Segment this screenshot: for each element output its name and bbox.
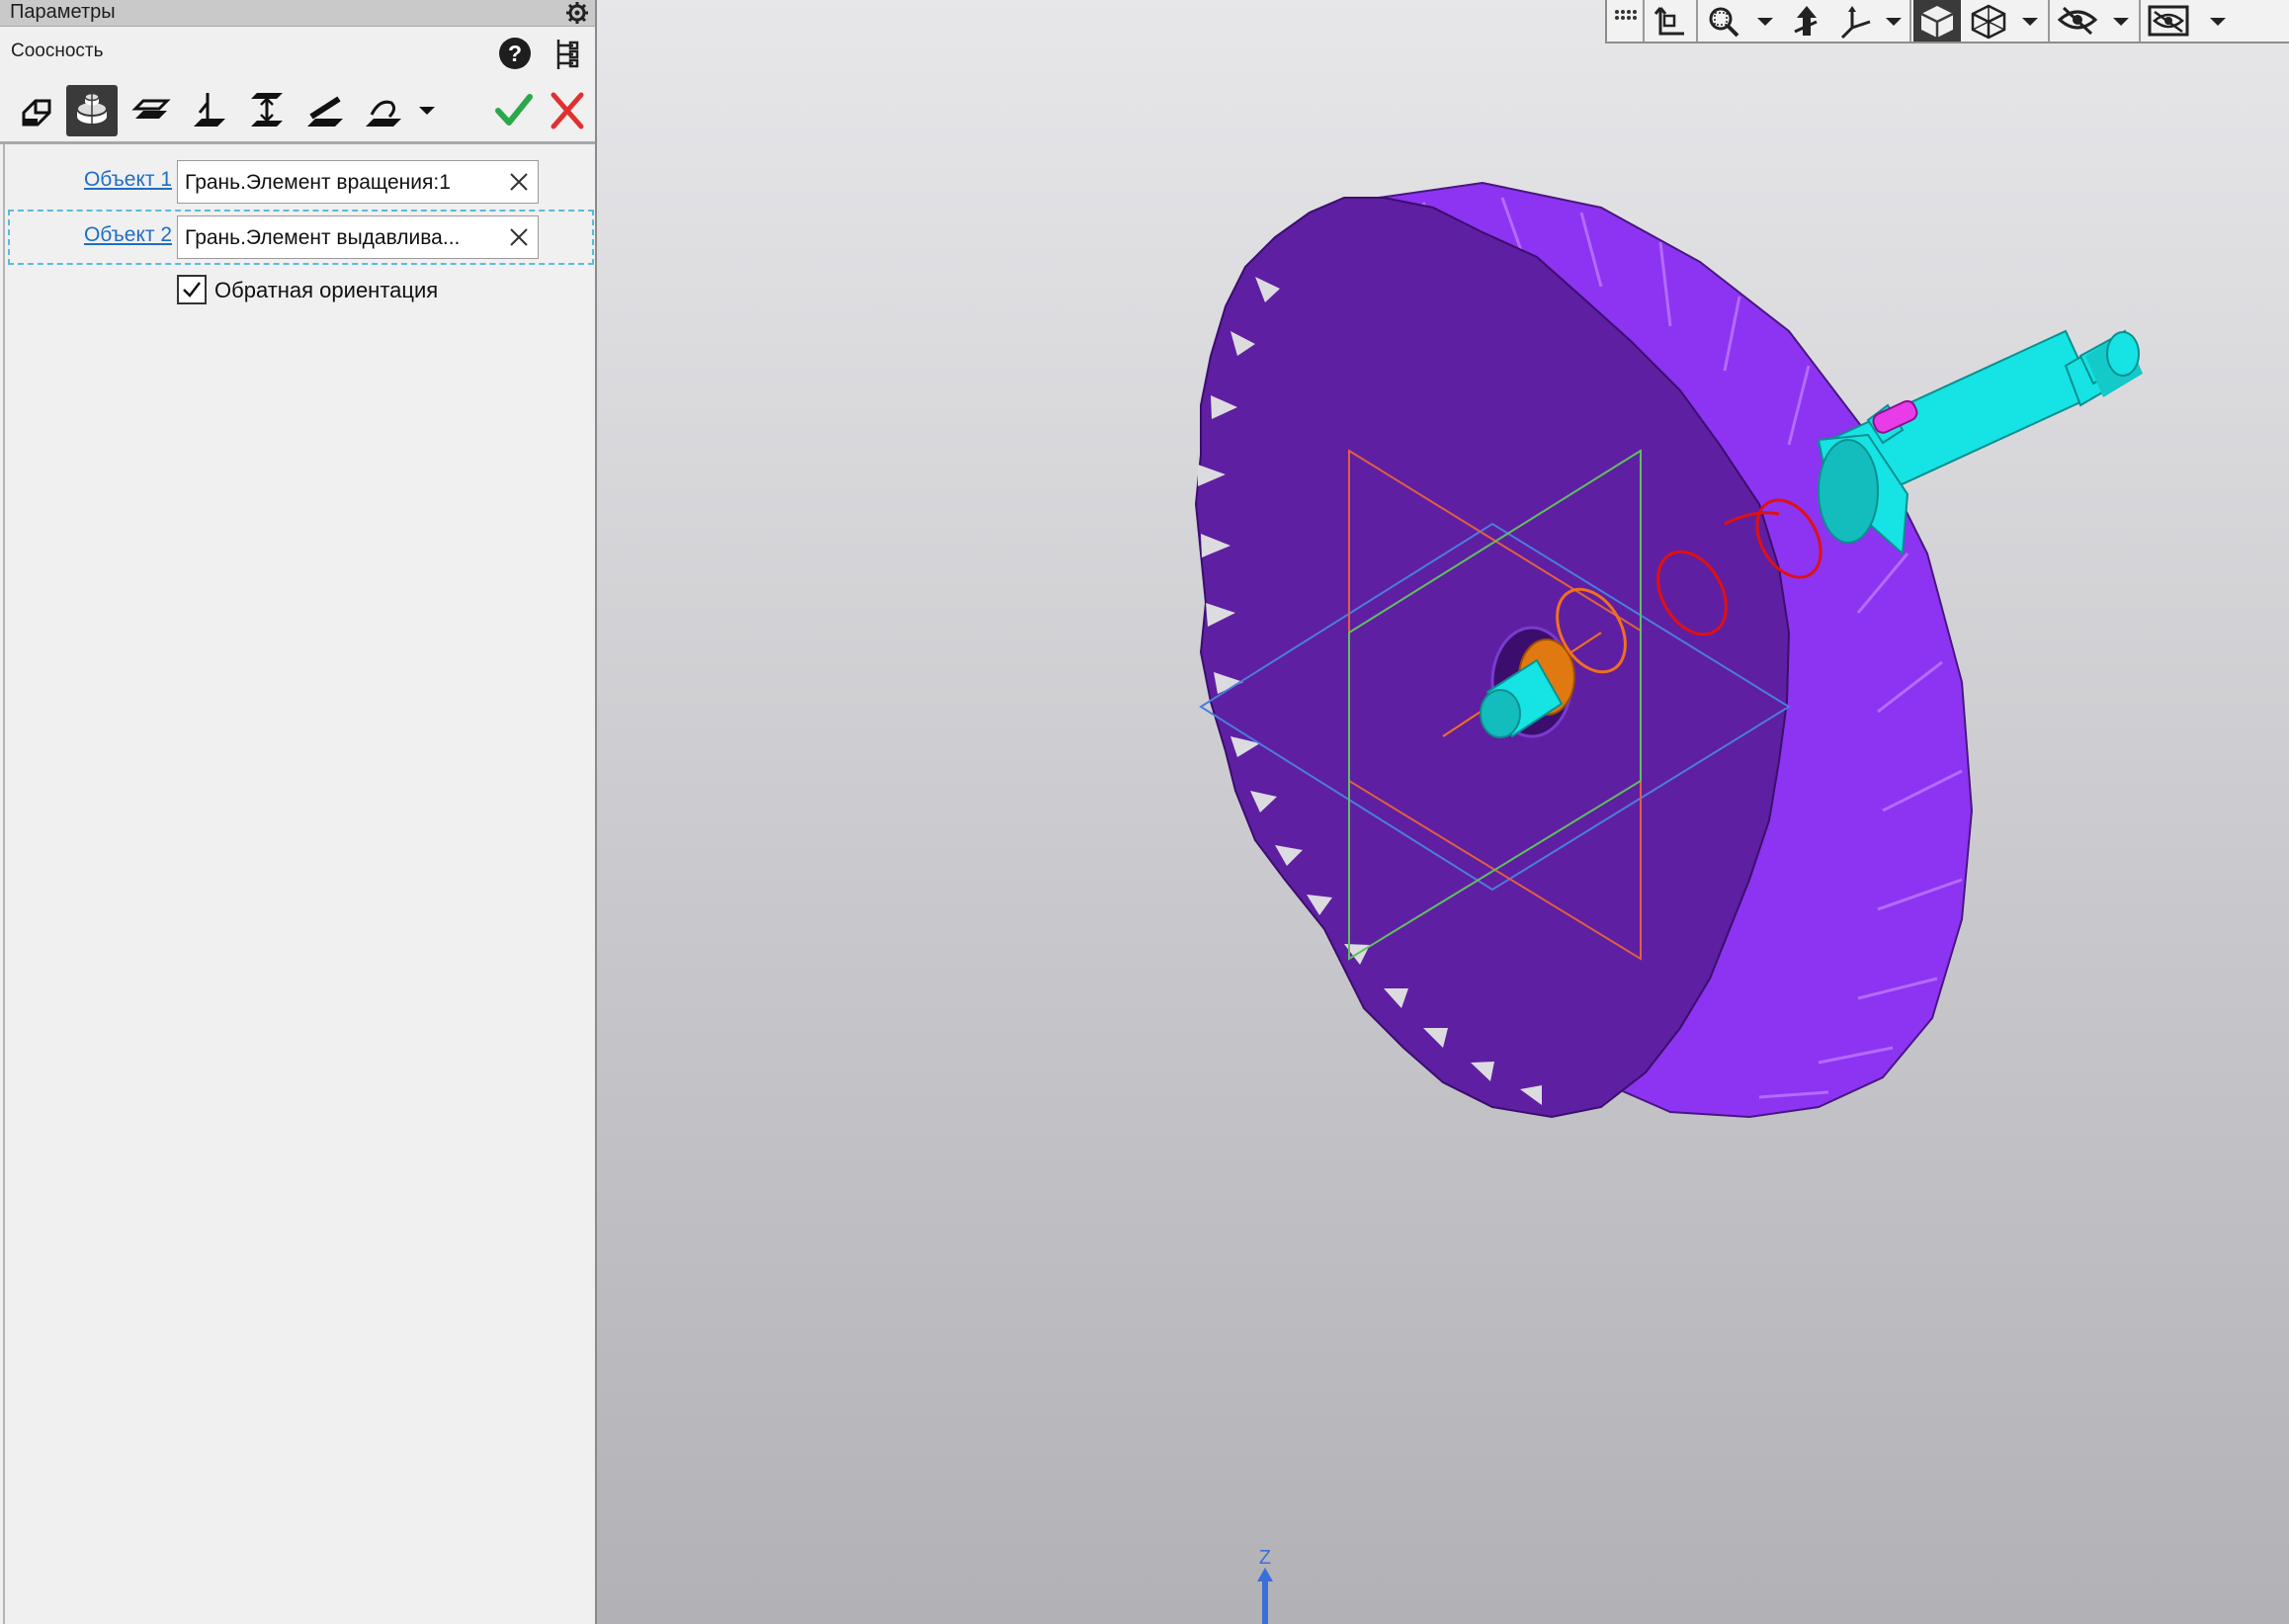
svg-text:?: ? bbox=[508, 41, 522, 66]
angle-button[interactable] bbox=[299, 85, 351, 136]
reverse-orientation-checkbox[interactable] bbox=[177, 275, 207, 304]
close-icon[interactable] bbox=[546, 87, 589, 134]
chevron-down-icon[interactable] bbox=[1882, 2, 1906, 42]
output-shaft[interactable] bbox=[1817, 329, 2143, 556]
view-toolbar bbox=[1605, 0, 2289, 43]
divider bbox=[0, 141, 595, 144]
clear-icon[interactable] bbox=[506, 224, 532, 250]
coplanar-icon bbox=[131, 99, 171, 119]
chevron-down-icon[interactable] bbox=[2018, 2, 2042, 42]
divider bbox=[3, 144, 5, 1624]
perpendicular-button[interactable] bbox=[184, 85, 235, 136]
gear-icon[interactable] bbox=[563, 0, 591, 26]
parameters-panel: Параметры Соосность ? Объект 1 Грань.Эле… bbox=[0, 0, 597, 1624]
chevron-down-icon[interactable] bbox=[2206, 2, 2230, 42]
coplanar-button[interactable] bbox=[126, 85, 177, 136]
hide-icon[interactable] bbox=[2056, 2, 2099, 42]
coaxial-icon bbox=[76, 91, 108, 128]
visibility-icon[interactable] bbox=[2147, 2, 2190, 42]
object-1-value: Грань.Элемент вращения:1 bbox=[185, 171, 451, 194]
local-cs-icon[interactable] bbox=[1651, 2, 1690, 42]
axis-label: Z bbox=[1259, 1548, 1271, 1569]
z-axis-indicator: Z bbox=[1257, 1548, 1273, 1624]
grid-icon[interactable] bbox=[1611, 2, 1641, 42]
object-2-value: Грань.Элемент выдавлива... bbox=[185, 226, 461, 249]
assembly-model[interactable] bbox=[597, 0, 2289, 1624]
reverse-orientation-label: Обратная ориентация bbox=[214, 278, 439, 302]
parallelism-button[interactable] bbox=[14, 85, 65, 136]
object-2-link[interactable]: Объект 2 bbox=[43, 223, 172, 247]
shaded-icon bbox=[1920, 6, 1954, 38]
orientation-icon[interactable] bbox=[1787, 2, 1826, 42]
perpendicular-icon bbox=[194, 93, 225, 127]
divider bbox=[1909, 0, 1911, 42]
shaded-mode-button[interactable] bbox=[1913, 0, 1961, 42]
tangency-button[interactable] bbox=[358, 85, 409, 136]
object-1-link[interactable]: Объект 1 bbox=[43, 168, 172, 192]
object-2-field[interactable]: Грань.Элемент выдавлива... bbox=[177, 215, 539, 259]
coaxial-button[interactable] bbox=[66, 85, 118, 136]
parallelism-icon bbox=[22, 99, 51, 127]
divider bbox=[2139, 0, 2141, 42]
divider bbox=[1696, 0, 1698, 42]
tangency-icon bbox=[366, 100, 401, 127]
angle-icon bbox=[307, 96, 343, 127]
shaft-stub-end bbox=[1480, 689, 1521, 738]
triad-icon[interactable] bbox=[1836, 2, 1876, 42]
checkmark-icon bbox=[183, 282, 201, 298]
zoom-icon[interactable] bbox=[1704, 2, 1743, 42]
chevron-down-icon[interactable] bbox=[415, 99, 439, 123]
object-1-field[interactable]: Грань.Элемент вращения:1 bbox=[177, 160, 539, 204]
panel-titlebar[interactable]: Параметры bbox=[0, 0, 595, 27]
distance-button[interactable] bbox=[241, 85, 293, 136]
panel-title: Параметры bbox=[10, 1, 116, 23]
chevron-down-icon[interactable] bbox=[1753, 2, 1777, 42]
divider bbox=[1643, 0, 1645, 42]
distance-icon bbox=[251, 93, 283, 127]
model-viewport[interactable]: Z bbox=[597, 0, 2289, 1624]
help-icon[interactable]: ? bbox=[497, 36, 533, 71]
command-name: Соосность bbox=[11, 41, 104, 61]
wireframe-icon[interactable] bbox=[1967, 2, 2010, 42]
chevron-down-icon[interactable] bbox=[2109, 2, 2133, 42]
clear-icon[interactable] bbox=[506, 169, 532, 195]
ok-icon[interactable] bbox=[492, 87, 536, 134]
tree-view-icon[interactable] bbox=[551, 36, 581, 73]
divider bbox=[2048, 0, 2050, 42]
